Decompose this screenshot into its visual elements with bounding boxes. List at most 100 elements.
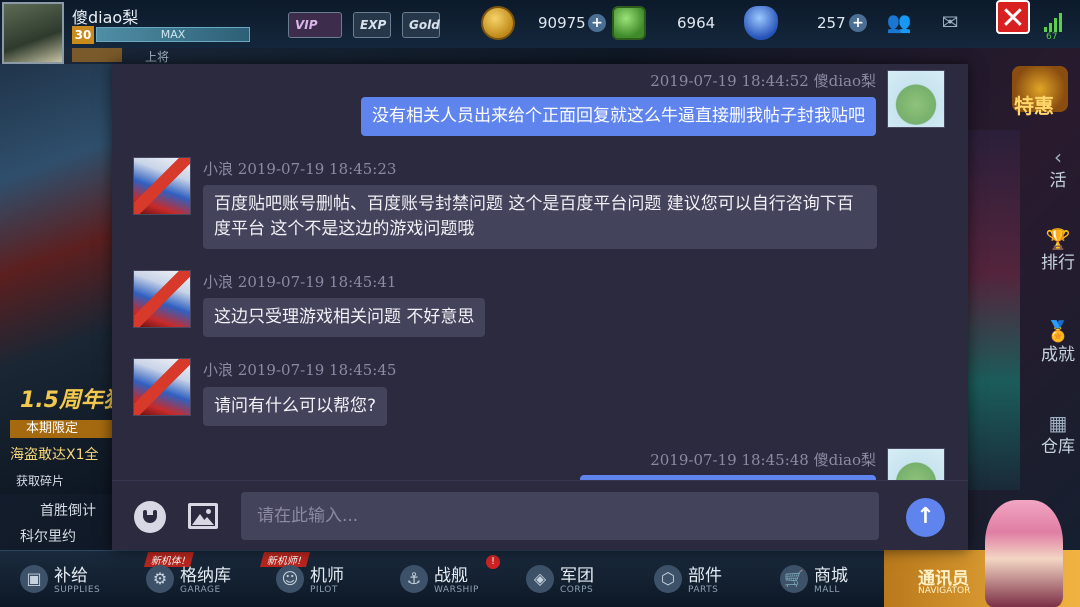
promo-item[interactable]: 海盗敢达X1全 — [10, 444, 99, 464]
user-avatar — [887, 448, 945, 480]
customer-service-chat: 2019-07-19 18:44:52 傻diao梨 没有相关人员出来给个正面回… — [112, 64, 968, 550]
player-avatar[interactable] — [2, 2, 64, 64]
nav-label: 商城 — [814, 566, 848, 586]
crystal-icon — [744, 6, 778, 40]
supplies-icon: ▣ — [20, 565, 48, 593]
nav-label: 格纳库 — [180, 566, 231, 586]
message-meta: 小浪 2019-07-19 18:45:45 — [203, 359, 396, 380]
nav-parts[interactable]: ⬡ 部件 PARTS — [640, 561, 760, 601]
limited-tag: 本期限定 — [10, 420, 112, 438]
message-sender: 小浪 — [203, 361, 234, 379]
warehouse-icon: ▦ — [1048, 411, 1068, 435]
nav-pilot[interactable]: 新机师! ☺ 机师 PILOT — [259, 552, 382, 601]
nav-sublabel: MALL — [814, 585, 840, 595]
first-win-countdown[interactable]: 首胜倒计 — [40, 500, 96, 520]
nav-corps[interactable]: ◈ 军团 CORPS — [512, 561, 632, 601]
activity-label: 活 — [1049, 171, 1067, 191]
achievement-menu[interactable]: 🏅 成就 — [1040, 320, 1076, 366]
nav-warship[interactable]: ! ⚓ 战舰 WARSHIP — [386, 555, 506, 601]
nav-garage[interactable]: 新机体! ⚙ 格纳库 GARAGE — [132, 552, 252, 601]
message-sender: 傻diao梨 — [813, 451, 876, 469]
message-bubble: 请问有什么可以帮您? — [203, 387, 388, 426]
message-time: 2019-07-19 18:44:52 — [650, 72, 809, 90]
message-sender: 傻diao梨 — [813, 72, 876, 90]
nav-sublabel: PARTS — [688, 585, 719, 595]
message-meta: 2019-07-19 18:44:52 傻diao梨 — [650, 70, 876, 91]
nav-sublabel: SUPPLIES — [54, 585, 101, 595]
message-time: 2019-07-19 18:45:45 — [237, 361, 397, 379]
warship-icon: ⚓ — [400, 565, 428, 593]
add-crystals-button[interactable]: + — [849, 14, 867, 32]
close-icon[interactable]: ✕ — [996, 0, 1030, 36]
player-name: 傻diao梨 — [72, 8, 139, 27]
agent-avatar — [133, 270, 191, 328]
nav-supplies[interactable]: ▣ 补给 SUPPLIES — [6, 561, 126, 601]
activity-menu[interactable]: ‹ 活 — [1040, 146, 1076, 192]
rank-emblem-icon — [72, 48, 122, 62]
nav-label: 部件 — [688, 566, 722, 586]
nav-sublabel: PILOT — [310, 585, 338, 595]
garage-icon: ⚙ — [146, 565, 174, 593]
message-sender: 小浪 — [203, 160, 234, 178]
gem-count: 6964 — [677, 14, 716, 32]
nav-label: 军团 — [560, 566, 594, 586]
message-input[interactable] — [241, 492, 879, 540]
activity-icon: ‹ — [1054, 145, 1062, 169]
mail-icon[interactable]: ✉ — [935, 10, 965, 34]
emoji-icon[interactable] — [134, 501, 166, 533]
navigator-mascot[interactable] — [985, 500, 1063, 607]
rank-label: 上将 — [145, 50, 170, 64]
chat-log[interactable]: 2019-07-19 18:44:52 傻diao梨 没有相关人员出来给个正面回… — [112, 64, 968, 480]
navigator-sublabel: NAVIGATOR — [918, 586, 971, 596]
gem-icon — [612, 6, 646, 40]
nav-label: 战舰 — [434, 566, 468, 586]
alert-badge: ! — [486, 555, 500, 569]
message-meta: 小浪 2019-07-19 18:45:23 — [203, 158, 396, 179]
special-offer-label[interactable]: 特惠 — [1014, 90, 1054, 119]
message-meta: 小浪 2019-07-19 18:45:41 — [203, 271, 396, 292]
agent-avatar — [133, 358, 191, 416]
user-avatar — [887, 70, 945, 128]
coin-count: 90975 — [538, 14, 586, 32]
cart-icon: 🛒 — [780, 565, 808, 593]
add-coins-button[interactable]: + — [588, 14, 606, 32]
send-button[interactable]: ↑ — [906, 498, 945, 537]
gold-badge[interactable]: Gold — [402, 12, 440, 38]
medal-icon: 🏅 — [1045, 319, 1071, 343]
coin-icon — [481, 6, 515, 40]
nav-mall[interactable]: 🛒 商城 MALL — [766, 561, 886, 601]
kerr-label[interactable]: 科尔里约 — [20, 526, 76, 546]
message-time: 2019-07-19 18:45:48 — [650, 451, 809, 469]
exp-bar: MAX — [96, 27, 250, 42]
warehouse-label: 仓库 — [1041, 437, 1075, 457]
nav-sublabel: CORPS — [560, 585, 594, 595]
nav-sublabel: WARSHIP — [434, 585, 479, 595]
trophy-icon: 🏆 — [1045, 227, 1071, 251]
ranking-menu[interactable]: 🏆 排行 — [1040, 228, 1076, 274]
vip-badge[interactable]: VIP — [288, 12, 342, 38]
signal-icon — [1044, 12, 1064, 32]
parts-icon: ⬡ — [654, 565, 682, 593]
image-icon[interactable] — [188, 503, 218, 529]
crystal-count: 257 — [817, 14, 846, 32]
signal-value: 67 — [1046, 32, 1058, 42]
friends-icon[interactable]: 👥 — [884, 10, 914, 34]
promo-sub: 获取碎片 — [16, 474, 65, 488]
corps-icon: ◈ — [526, 565, 554, 593]
message-sender: 小浪 — [203, 273, 234, 291]
nav-label: 机师 — [310, 566, 344, 586]
chat-input-bar: ↑ — [112, 480, 968, 550]
pilot-icon: ☺ — [276, 565, 304, 593]
message-meta: 2019-07-19 18:45:48 傻diao梨 — [650, 449, 876, 470]
warehouse-menu[interactable]: ▦ 仓库 — [1040, 412, 1076, 458]
message-bubble: 这边只受理游戏相关问题 不好意思 — [203, 298, 486, 337]
achievement-label: 成就 — [1041, 345, 1075, 365]
message-bubble: 百度贴吧账号删帖、百度账号封禁问题 这个是百度平台问题 建议您可以自行咨询下百度… — [203, 185, 877, 249]
message-time: 2019-07-19 18:45:41 — [237, 273, 397, 291]
right-banner — [968, 130, 1020, 490]
nav-sublabel: GARAGE — [180, 585, 221, 595]
ranking-label: 排行 — [1041, 253, 1075, 273]
message-bubble: 没有相关人员出来给个正面回复就这么牛逼直接删我帖子封我贴吧 — [361, 97, 876, 136]
exp-badge[interactable]: EXP — [353, 12, 391, 38]
message-time: 2019-07-19 18:45:23 — [237, 160, 397, 178]
